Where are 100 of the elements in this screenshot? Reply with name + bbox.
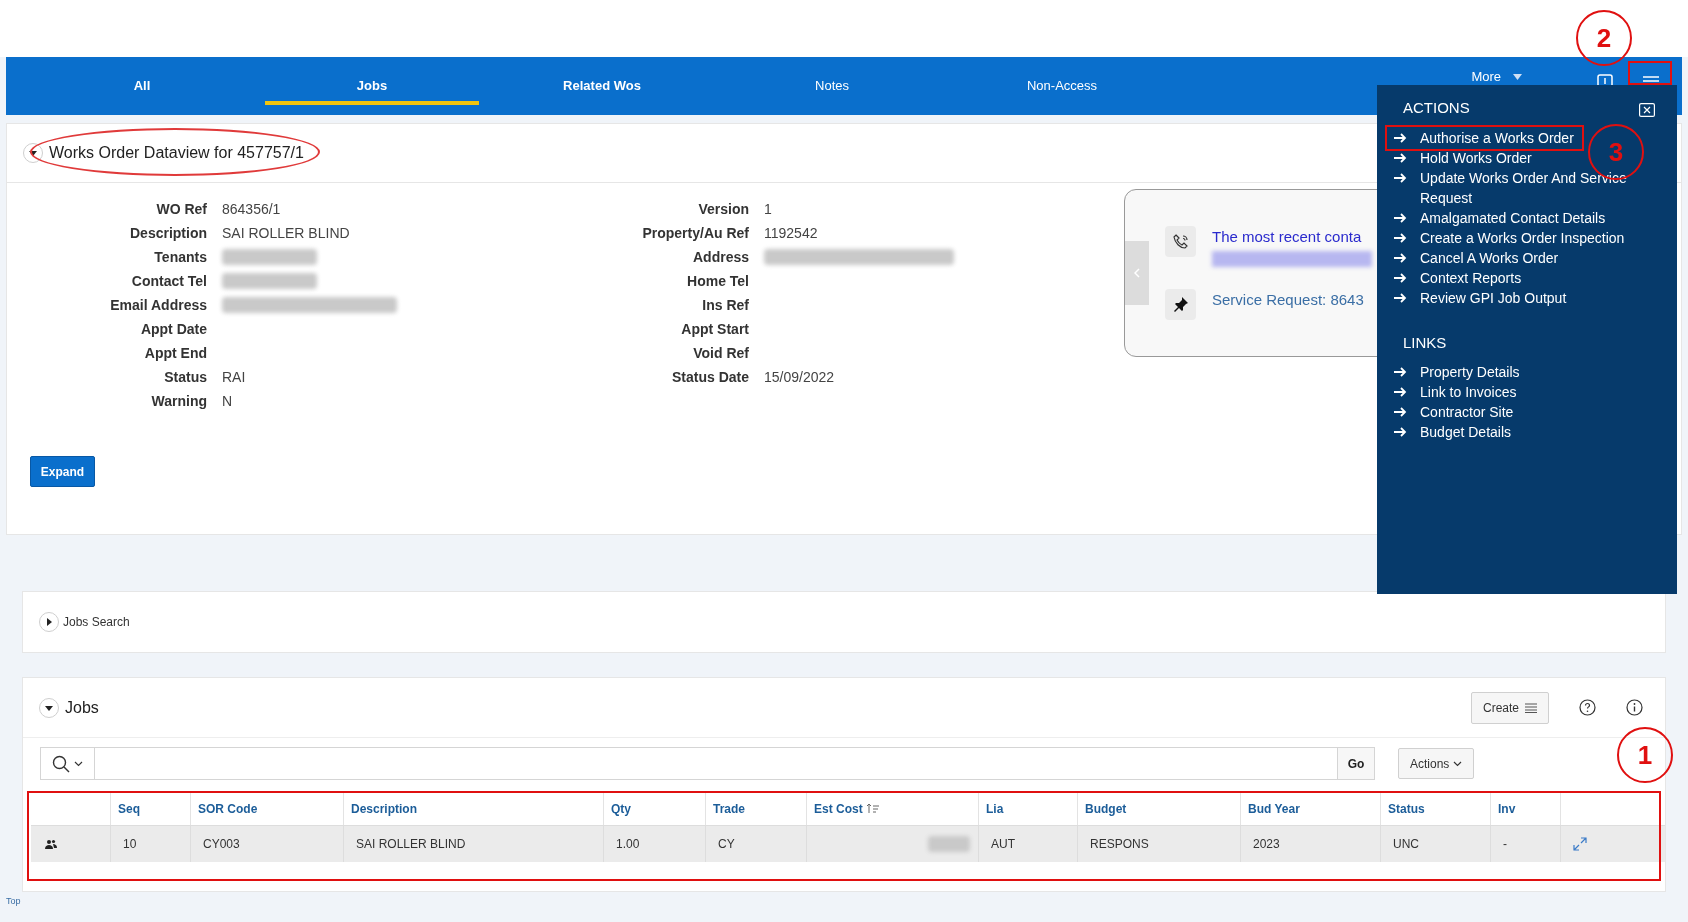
field-value: 864356/1: [222, 199, 281, 219]
menu-item[interactable]: Budget Details: [1420, 422, 1512, 442]
panel-title: Jobs: [65, 697, 99, 718]
menu-item[interactable]: Link to Invoices: [1420, 382, 1517, 402]
table-cell-text: CY003: [203, 836, 240, 853]
arrow-icon: [1394, 132, 1407, 143]
arrow-icon: [1394, 272, 1407, 283]
arrow-icon: [1394, 212, 1407, 223]
table-cell-text: 10: [123, 836, 137, 853]
menu-section-title: ACTIONS: [1403, 98, 1470, 118]
menu-item[interactable]: Review GPI Job Output: [1420, 287, 1567, 308]
table-cell-text: -: [1503, 836, 1507, 853]
redacted-value: [928, 836, 970, 852]
field-label: Address: [691, 247, 749, 267]
caret-icon: [1513, 74, 1522, 80]
field-label: Void Ref: [692, 343, 749, 363]
field-label: WO Ref: [155, 199, 207, 219]
field-label: Tenants: [153, 247, 207, 267]
sort-icon: [865, 803, 880, 814]
menu-item[interactable]: Create a Works Order Inspection: [1420, 227, 1625, 248]
menu-item[interactable]: Amalgamated Contact Details: [1420, 207, 1606, 228]
field-value: SAI ROLLER BLIND: [222, 223, 350, 243]
arrow-icon: [1394, 152, 1407, 163]
column-header[interactable]: SOR Code: [191, 792, 344, 825]
column-header[interactable]: Qty: [604, 792, 706, 825]
card-link[interactable]: Service Request: 8643: [1212, 288, 1364, 312]
arrow-icon: [1394, 427, 1407, 437]
column-header[interactable]: Trade: [706, 792, 807, 825]
field-value: 15/09/2022: [764, 367, 835, 387]
create-button[interactable]: Create: [1470, 691, 1549, 724]
column-header[interactable]: Lia: [979, 792, 1078, 825]
field-label: Contact Tel: [130, 271, 207, 291]
tab[interactable]: Related Wos: [487, 57, 717, 115]
chevron-icon: [1134, 268, 1140, 278]
field-label: Ins Ref: [701, 295, 749, 315]
actions-button[interactable]: Actions: [1398, 748, 1475, 779]
field-label: Property/Au Ref: [641, 223, 749, 243]
column-header[interactable]: Bud Year: [1241, 792, 1381, 825]
menu-item[interactable]: Hold Works Order: [1420, 147, 1532, 168]
annotation-number: 2: [1576, 10, 1632, 66]
menu-item[interactable]: Property Details: [1420, 362, 1520, 382]
panel-title: Jobs Search: [63, 614, 130, 631]
close-icon[interactable]: [1639, 103, 1655, 117]
people-icon: [45, 839, 57, 849]
column-header[interactable]: Inv: [1491, 792, 1561, 825]
arrow-icon: [1394, 367, 1407, 377]
menu-item[interactable]: Authorise a Works Order: [1420, 127, 1574, 148]
table-cell-text: UNC: [1393, 836, 1419, 853]
menu-section-title: LINKS: [1403, 332, 1447, 353]
arrow-icon: [1394, 252, 1407, 263]
field-value: 1192542: [764, 223, 818, 243]
tab[interactable]: Notes: [717, 57, 947, 115]
go-button[interactable]: Go: [1337, 748, 1374, 779]
menu-item[interactable]: Cancel A Works Order: [1420, 247, 1559, 268]
column-header[interactable]: Description: [344, 792, 604, 825]
help-icon[interactable]: [1579, 699, 1596, 716]
field-label: Warning: [150, 391, 207, 411]
tab[interactable]: Non-Access: [947, 57, 1177, 115]
open-icon[interactable]: [1573, 837, 1587, 851]
field-value: N: [222, 391, 233, 411]
column-header[interactable]: Est Cost: [807, 792, 979, 825]
column-header[interactable]: Seq: [111, 792, 191, 825]
table-cell-text: 1.00: [616, 836, 640, 853]
table-cell-text: CY: [718, 836, 735, 853]
more-tab[interactable]: More: [1471, 70, 1522, 84]
collapse-toggle[interactable]: [23, 143, 43, 163]
field-label: Appt Date: [139, 319, 207, 339]
panel-title: Works Order Dataview for 457757/1: [49, 143, 304, 163]
card-link[interactable]: The most recent conta: [1212, 226, 1372, 249]
field-label: Status Date: [670, 367, 749, 387]
tab[interactable]: Jobs: [257, 57, 487, 115]
table-cell-text: 2023: [1253, 836, 1280, 853]
highlight-frame: [1628, 61, 1672, 85]
table-row[interactable]: 10 CY003 SAI ROLLER BLIND 1.00 CY AUT RESPONS 2023 UNC -: [31, 826, 1665, 862]
menu-item[interactable]: Contractor Site: [1420, 402, 1514, 422]
triangle-icon: [45, 618, 53, 626]
field-label: Home Tel: [686, 271, 749, 291]
info-icon[interactable]: [1626, 699, 1643, 716]
column-header[interactable]: Budget: [1078, 792, 1241, 825]
column-header[interactable]: Status: [1381, 792, 1491, 825]
top-link[interactable]: Top: [6, 895, 21, 909]
table-cell-text: SAI ROLLER BLIND: [356, 836, 466, 853]
tab[interactable]: All: [27, 57, 257, 115]
field-label: Appt End: [143, 343, 207, 363]
expand-button[interactable]: Expand: [30, 456, 95, 487]
chevron-icon: [1453, 760, 1463, 767]
field-label: Version: [697, 199, 749, 219]
collapse-toggle[interactable]: [39, 697, 59, 718]
expand-toggle[interactable]: [39, 612, 59, 632]
field-label: Status: [163, 367, 207, 387]
list-icon: [1525, 702, 1537, 713]
arrow-icon: [1394, 407, 1407, 417]
menu-item[interactable]: Context Reports: [1420, 267, 1522, 288]
table-cell-text: RESPONS: [1090, 836, 1149, 853]
arrow-icon: [1394, 232, 1407, 243]
triangle-icon: [29, 149, 37, 157]
field-label: Email Address: [109, 295, 207, 315]
field-label: Description: [129, 223, 207, 243]
arrow-icon: [1394, 387, 1407, 397]
field-value: 1: [764, 199, 772, 219]
